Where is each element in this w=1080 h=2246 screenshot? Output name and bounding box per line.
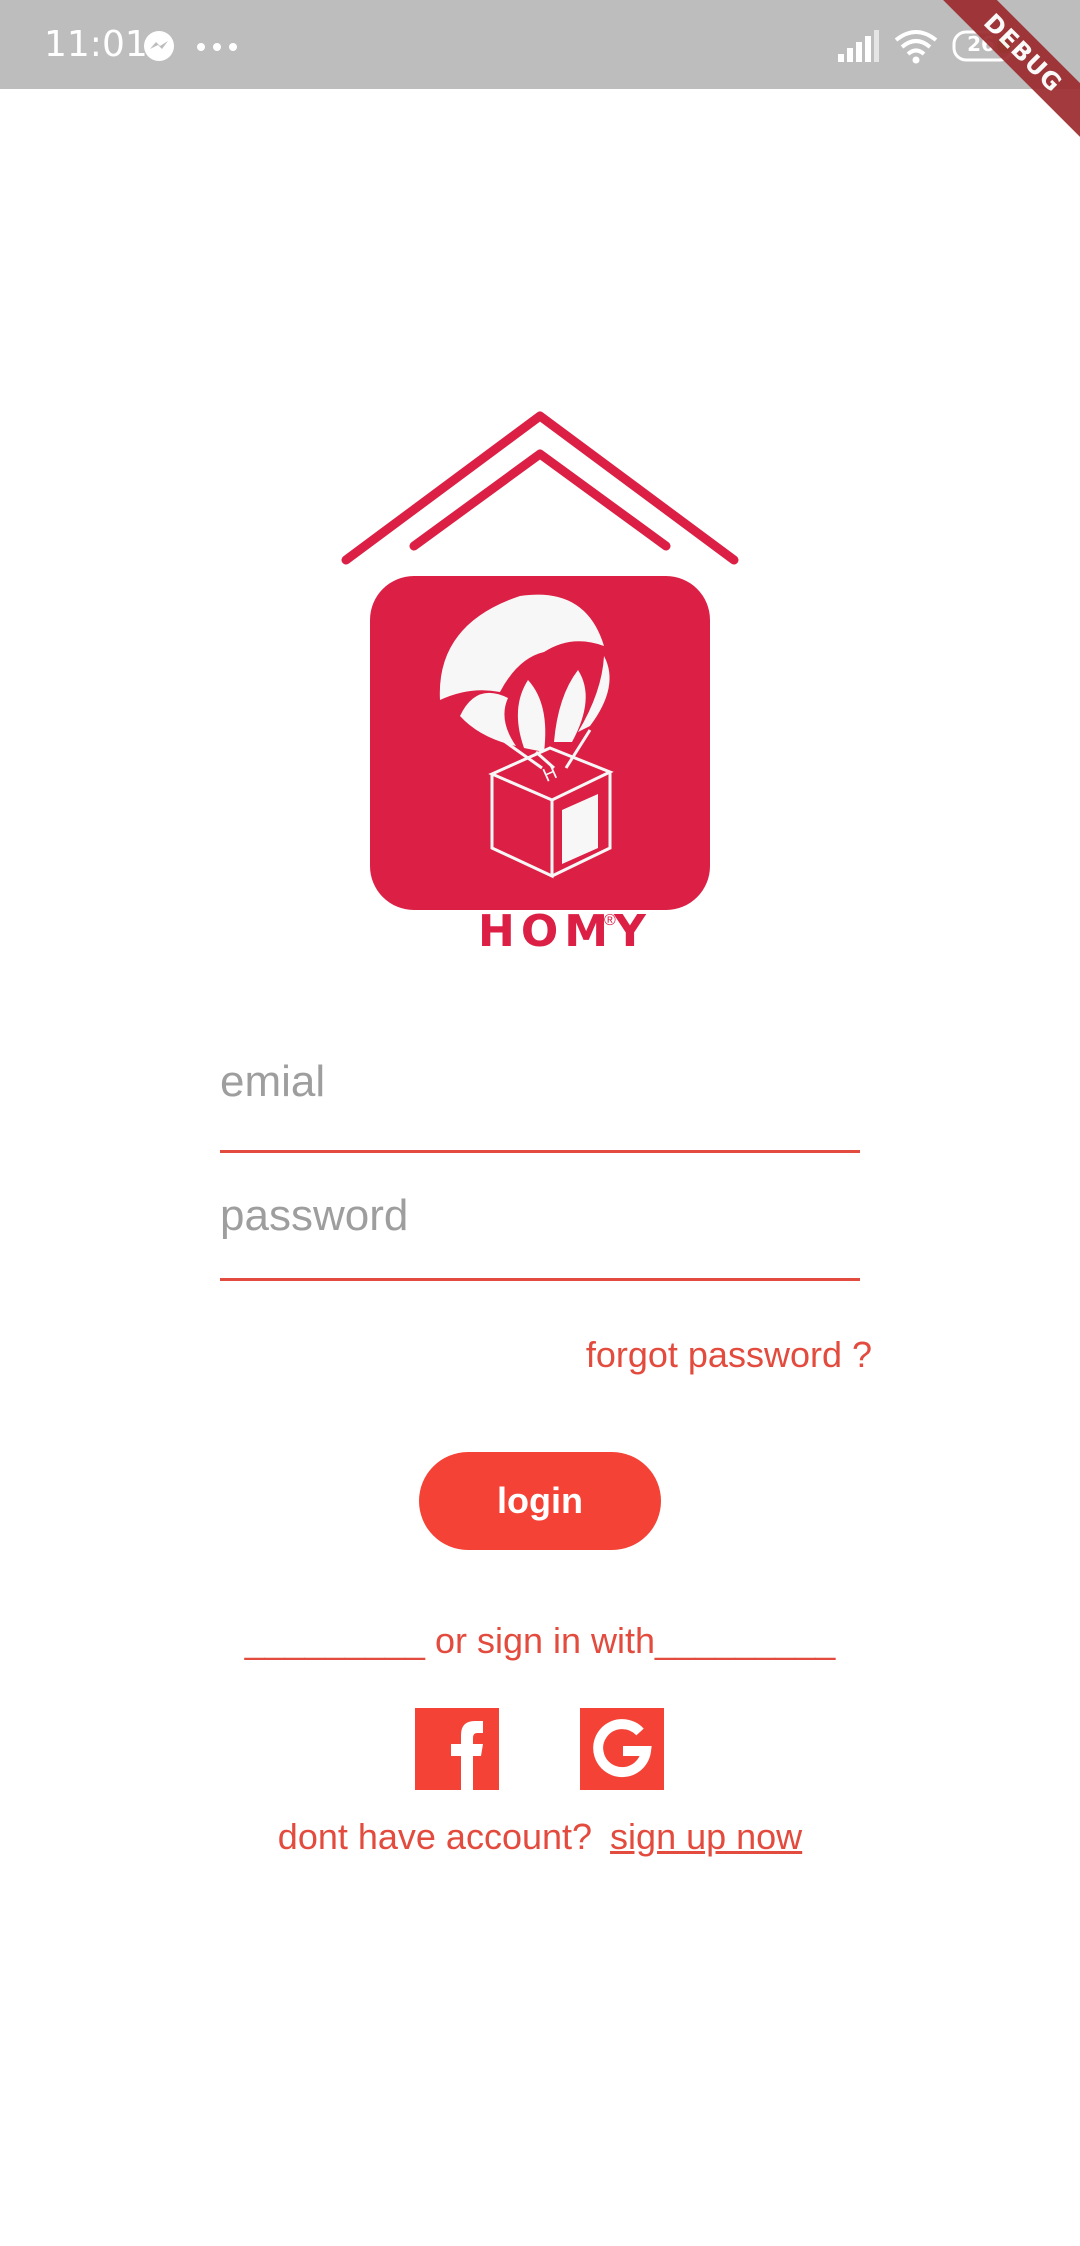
messenger-icon [144, 31, 174, 61]
signup-prompt: dont have account? [277, 1816, 593, 1857]
password-input[interactable] [220, 1186, 860, 1246]
password-field [220, 1186, 860, 1281]
email-underline [220, 1150, 860, 1153]
wifi-icon [894, 30, 938, 64]
login-screen: 11:01 26 DEBUG H HOMY ® emial forgot pas… [0, 0, 1080, 2246]
logo-registered-mark: ® [604, 912, 616, 929]
status-time: 11:01 [44, 24, 148, 65]
login-button[interactable]: login [419, 1452, 661, 1550]
divider-right-line: _________ [655, 1620, 836, 1661]
signup-row: dont have account? sign up now [0, 1816, 1080, 1858]
password-underline [220, 1278, 860, 1281]
email-input[interactable] [220, 1052, 860, 1112]
divider-text: or sign in with [424, 1620, 656, 1661]
google-icon [580, 1708, 664, 1790]
homy-logo: H [341, 411, 739, 910]
divider-left-line: _________ [244, 1620, 425, 1661]
signal-icon [838, 30, 879, 62]
forgot-password-link[interactable]: forgot password ? [586, 1334, 872, 1376]
email-field [220, 1052, 860, 1153]
google-button[interactable] [580, 1708, 664, 1790]
more-dots-icon [197, 43, 237, 51]
facebook-button[interactable] [415, 1708, 499, 1790]
signup-link[interactable]: sign up now [610, 1816, 802, 1857]
logo-brand-name: HOMY [478, 906, 652, 957]
status-bar: 11:01 26 [0, 0, 1080, 89]
social-divider: _________ or sign in with_________ [0, 1620, 1080, 1662]
facebook-icon [415, 1708, 499, 1790]
